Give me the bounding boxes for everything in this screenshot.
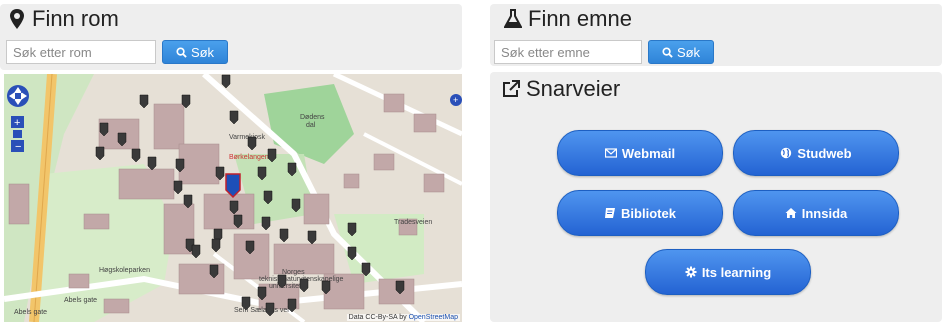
map-label-abelsgate: Abels gate (64, 297, 97, 304)
finn-emne-title: Finn emne (504, 6, 632, 32)
map-label-varmekiosk: Varmekiosk (229, 134, 266, 141)
svg-text:+: + (453, 95, 458, 105)
map-attribution: Data CC-By-SA by OpenStreetMap (346, 314, 460, 321)
innsida-label: Innsida (801, 205, 848, 221)
its-learning-button[interactable]: Its learning (645, 249, 811, 295)
course-search-button[interactable]: Søk (648, 40, 714, 64)
map-zoom-slider[interactable] (13, 130, 22, 138)
studweb-label: Studweb (797, 145, 852, 161)
its-learning-label: Its learning (701, 264, 772, 280)
snarveier-title-text: Snarveier (526, 76, 621, 101)
webmail-label: Webmail (621, 145, 676, 161)
book-icon (605, 208, 616, 218)
map-label-abelsgate-2: Abels gate (14, 309, 47, 316)
flask-icon (504, 9, 522, 28)
globe-icon (781, 147, 792, 159)
svg-text:−: − (15, 141, 21, 153)
bibliotek-button[interactable]: Bibliotek (557, 190, 723, 236)
room-search-input[interactable] (6, 40, 156, 64)
map-canvas[interactable]: Varmekiosk Børkelangen Dødens dal Høgsko… (4, 74, 462, 322)
map-label-tradesveien: Tradesveien (394, 219, 432, 226)
home-icon (785, 208, 797, 218)
finn-emne-title-text: Finn emne (528, 6, 632, 31)
finn-rom-title: Finn rom (8, 6, 119, 32)
map-label-sem-saelands: Sem Sælands vei (234, 307, 289, 314)
search-icon (176, 46, 187, 58)
svg-text:+: + (14, 117, 20, 129)
finn-rom-title-text: Finn rom (32, 6, 119, 31)
bibliotek-label: Bibliotek (621, 205, 676, 221)
openstreetmap-link[interactable]: OpenStreetMap (409, 314, 458, 321)
studweb-button[interactable]: Studweb (733, 130, 899, 176)
map-zoom-out-button[interactable]: − (11, 140, 24, 153)
map-attribution-text: Data CC-By-SA by (348, 314, 407, 321)
map-label-dodens-1: Dødens (300, 114, 325, 121)
map-zoom-in-button[interactable]: + (11, 116, 24, 129)
room-search-button-label: Søk (190, 44, 215, 60)
course-search-button-label: Søk (676, 44, 701, 60)
snarveier-title: Snarveier (502, 76, 620, 102)
campus-map[interactable]: Varmekiosk Børkelangen Dødens dal Høgsko… (4, 74, 462, 322)
map-label-borkelangen: Børkelangen (229, 154, 269, 161)
webmail-button[interactable]: Webmail (557, 130, 723, 176)
map-pan-control[interactable] (7, 85, 29, 107)
room-search-button[interactable]: Søk (162, 40, 228, 64)
gear-icon (685, 266, 697, 278)
external-link-icon (503, 80, 520, 97)
innsida-button[interactable]: Innsida (733, 190, 899, 236)
search-icon (662, 46, 673, 58)
envelope-icon (604, 148, 617, 158)
map-layer-switcher[interactable]: + (450, 94, 462, 106)
map-label-dodens-2: dal (306, 122, 316, 129)
map-marker-icon (10, 9, 24, 29)
course-search-input[interactable] (494, 40, 642, 64)
map-label-hogskoleparken: Høgskoleparken (99, 267, 150, 274)
